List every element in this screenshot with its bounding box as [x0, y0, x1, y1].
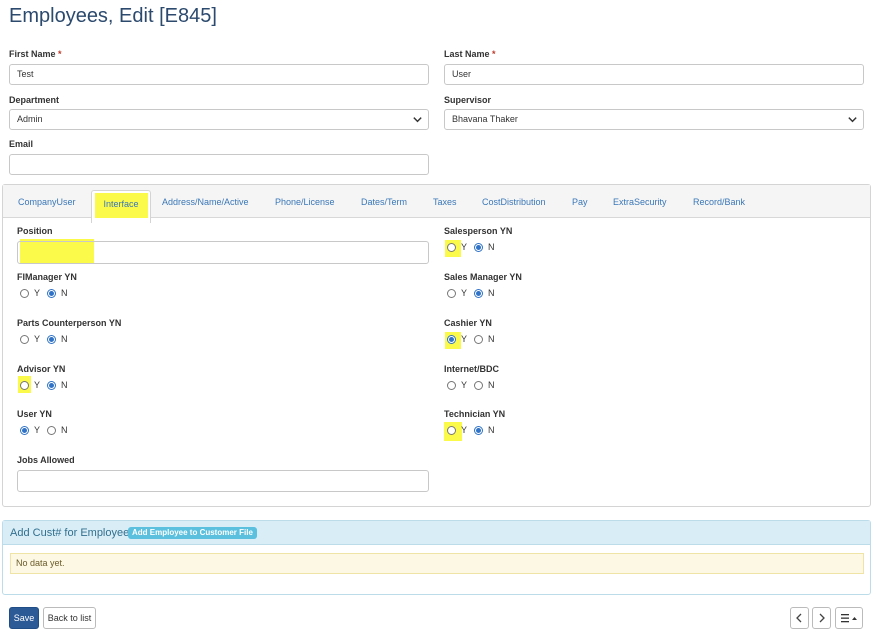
previous-button[interactable] [790, 607, 809, 629]
cashier-yn-option-n-label: N [488, 334, 495, 344]
advisor-yn-option-n-label: N [61, 380, 68, 390]
cust-section: Add Cust# for Employee Add Employee to C… [2, 520, 871, 595]
empty-state-message: No data yet. [10, 553, 864, 574]
tab-pay[interactable]: Pay [572, 197, 588, 207]
chevron-down-icon [413, 117, 422, 123]
salesperson-yn-option-y-label: Y [461, 242, 468, 252]
last-name-label: Last Name * [444, 49, 496, 59]
hamburger-menu-icon [841, 614, 857, 623]
user-yn-option-y-label: Y [34, 425, 41, 435]
tab-interface[interactable]: Interface [91, 190, 151, 223]
cashier-yn-radio-n[interactable] [474, 335, 483, 344]
fimanager-yn-option-n-label: N [61, 288, 68, 298]
fimanager-yn-label: FIManager YN [17, 272, 77, 282]
salesperson-yn-label: Salesperson YN [444, 226, 513, 236]
tab-extrasecurity[interactable]: ExtraSecurity [613, 197, 667, 207]
tab-phone-license[interactable]: Phone/License [275, 197, 335, 207]
user-yn-label: User YN [17, 409, 52, 419]
salesperson-yn-option-n-label: N [488, 242, 495, 252]
tab-dates-term[interactable]: Dates/Term [361, 197, 407, 207]
parts-counterperson-yn-radio-n[interactable] [47, 335, 56, 344]
jobs-allowed-input[interactable] [17, 470, 429, 492]
chevron-right-icon [819, 613, 825, 623]
supervisor-label: Supervisor [444, 95, 492, 105]
cust-section-title: Add Cust# for Employee [10, 527, 130, 539]
tab-bar: CompanyUser Interface Address/Name/Activ… [3, 185, 870, 223]
internet-bdc-radio-n[interactable] [474, 381, 483, 390]
fimanager-yn-option-y-label: Y [34, 288, 41, 298]
tab-companyuser[interactable]: CompanyUser [18, 197, 76, 207]
advisor-yn-radio-n[interactable] [47, 381, 56, 390]
department-label: Department [9, 95, 60, 105]
internet-bdc-label: Internet/BDC [444, 364, 500, 374]
sales-manager-yn-label: Sales Manager YN [444, 272, 522, 282]
tab-address-name-active[interactable]: Address/Name/Active [162, 197, 249, 207]
advisor-yn-label: Advisor YN [17, 364, 66, 374]
sales-manager-yn-option-n-label: N [488, 288, 495, 298]
position-label: Position [17, 226, 53, 236]
parts-counterperson-yn-option-y-label: Y [34, 334, 41, 344]
cust-section-header: Add Cust# for Employee Add Employee to C… [3, 521, 870, 545]
supervisor-value: Bhavana Thaker [452, 114, 518, 124]
department-select[interactable]: Admin [9, 109, 429, 130]
user-yn-radio-n[interactable] [47, 426, 56, 435]
advisor-yn-option-y-label: Y [34, 380, 41, 390]
first-name-input[interactable]: Test [9, 64, 429, 85]
tab-taxes[interactable]: Taxes [433, 197, 457, 207]
parts-counterperson-yn-label: Parts Counterperson YN [17, 318, 122, 328]
parts-counterperson-yn-radio-y[interactable] [20, 335, 29, 344]
fimanager-yn-radio-n[interactable] [47, 289, 56, 298]
back-to-list-button[interactable]: Back to list [43, 607, 96, 629]
sales-manager-yn-option-y-label: Y [461, 288, 468, 298]
chevron-left-icon [796, 613, 802, 623]
tab-interface-label: Interface [103, 199, 139, 209]
jobs-allowed-label: Jobs Allowed [17, 455, 75, 465]
first-name-label-text: First Name [9, 49, 56, 59]
technician-yn-option-y-label: Y [461, 425, 468, 435]
department-value: Admin [17, 114, 43, 124]
technician-yn-radio-y[interactable] [447, 426, 456, 435]
save-button[interactable]: Save [9, 607, 39, 629]
internet-bdc-radio-y[interactable] [447, 381, 456, 390]
internet-bdc-option-y-label: Y [461, 380, 468, 390]
salesperson-yn-radio-y[interactable] [447, 243, 456, 252]
first-name-label: First Name * [9, 49, 62, 59]
cashier-yn-label: Cashier YN [444, 318, 492, 328]
sales-manager-yn-radio-y[interactable] [447, 289, 456, 298]
technician-yn-radio-n[interactable] [474, 426, 483, 435]
fimanager-yn-radio-y[interactable] [20, 289, 29, 298]
position-input[interactable] [17, 241, 429, 264]
required-marker: * [58, 49, 62, 59]
internet-bdc-option-n-label: N [488, 380, 495, 390]
technician-yn-option-n-label: N [488, 425, 495, 435]
salesperson-yn-radio-n[interactable] [474, 243, 483, 252]
tab-record-bank[interactable]: Record/Bank [693, 197, 745, 207]
tab-panel: CompanyUser Interface Address/Name/Activ… [2, 184, 871, 507]
user-yn-radio-y[interactable] [20, 426, 29, 435]
technician-yn-label: Technician YN [444, 409, 506, 419]
cashier-yn-option-y-label: Y [461, 334, 468, 344]
tab-costdistribution[interactable]: CostDistribution [482, 197, 546, 207]
chevron-down-icon [848, 117, 857, 123]
email-input[interactable] [9, 154, 429, 175]
last-name-label-text: Last Name [444, 49, 490, 59]
user-yn-option-n-label: N [61, 425, 68, 435]
email-label: Email [9, 139, 34, 149]
next-button[interactable] [812, 607, 831, 629]
cashier-yn-radio-y[interactable] [447, 335, 456, 344]
add-employee-to-customer-file-button[interactable]: Add Employee to Customer File [128, 527, 257, 539]
advisor-yn-radio-y[interactable] [20, 381, 29, 390]
last-name-input[interactable]: User [444, 64, 864, 85]
menu-dropdown-button[interactable] [835, 607, 863, 629]
page-title: Employees, Edit [E845] [9, 5, 217, 27]
parts-counterperson-yn-option-n-label: N [61, 334, 68, 344]
supervisor-select[interactable]: Bhavana Thaker [444, 109, 864, 130]
required-marker: * [492, 49, 496, 59]
sales-manager-yn-radio-n[interactable] [474, 289, 483, 298]
